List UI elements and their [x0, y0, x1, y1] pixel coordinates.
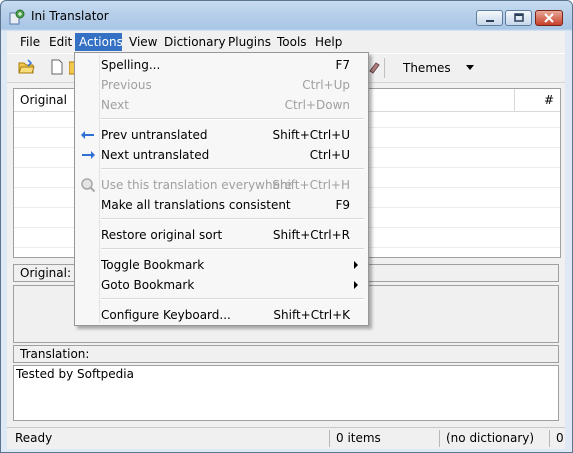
- title-bar[interactable]: Ini Translator: [1, 1, 572, 31]
- menu-separator: [101, 218, 364, 220]
- status-extra: 0: [556, 431, 564, 445]
- menu-item-previous[interactable]: Previous Ctrl+Up: [77, 75, 366, 95]
- menu-bar: File Edit Actions View Dictionary Plugin…: [7, 31, 565, 53]
- column-divider: [514, 89, 515, 111]
- column-original[interactable]: Original: [20, 93, 67, 107]
- menu-separator: [101, 168, 364, 170]
- menu-item-toggle-bookmark[interactable]: Toggle Bookmark: [77, 255, 366, 275]
- menu-item-spelling[interactable]: Spelling... F7: [77, 55, 366, 75]
- menu-item-label: Toggle Bookmark: [101, 258, 205, 272]
- translation-label: Translation:: [20, 347, 90, 361]
- menu-item-next[interactable]: Next Ctrl+Down: [77, 95, 366, 115]
- status-separator: [549, 430, 550, 447]
- menu-item-shortcut: Ctrl+U: [309, 148, 350, 162]
- window-title: Ini Translator: [31, 9, 109, 23]
- new-file-icon[interactable]: [48, 58, 66, 76]
- chevron-down-icon[interactable]: [466, 65, 474, 70]
- status-separator: [329, 430, 330, 447]
- menu-item-shortcut: Shift+Ctrl+K: [273, 308, 350, 322]
- menu-item-shortcut: F7: [335, 58, 350, 72]
- menu-item-label: Prev untranslated: [101, 128, 208, 142]
- menu-item-prev-untranslated[interactable]: Prev untranslated Shift+Ctrl+U: [77, 125, 366, 145]
- status-items: 0 items: [336, 431, 381, 445]
- menu-separator: [101, 298, 364, 300]
- submenu-arrow-icon: [354, 261, 358, 269]
- menu-item-label: Configure Keyboard...: [101, 308, 231, 322]
- menu-item-label: Next untranslated: [101, 148, 210, 162]
- menu-tools[interactable]: Tools: [272, 33, 312, 51]
- minimize-button[interactable]: [476, 10, 503, 26]
- menu-item-goto-bookmark[interactable]: Goto Bookmark: [77, 275, 366, 295]
- app-icon: [9, 9, 25, 25]
- menu-item-label: Spelling...: [101, 58, 161, 72]
- menu-item-shortcut: Ctrl+Down: [284, 98, 350, 112]
- menu-dictionary[interactable]: Dictionary: [159, 33, 231, 51]
- menu-edit[interactable]: Edit: [44, 33, 77, 51]
- menu-file[interactable]: File: [15, 33, 45, 51]
- arrow-right-icon: [82, 151, 95, 159]
- menu-item-label: Restore original sort: [101, 228, 223, 242]
- menu-item-use-translation-everywhere[interactable]: Use this translation everywhere Shift+Ct…: [77, 175, 366, 195]
- menu-separator: [101, 248, 364, 250]
- arrow-left-icon: [81, 131, 94, 139]
- menu-item-shortcut: Ctrl+Up: [302, 78, 350, 92]
- status-separator: [439, 430, 440, 447]
- menu-view[interactable]: View: [124, 33, 162, 51]
- column-count[interactable]: #: [544, 93, 554, 107]
- menu-item-next-untranslated[interactable]: Next untranslated Ctrl+U: [77, 145, 366, 165]
- actions-dropdown-menu: Spelling... F7 Previous Ctrl+Up Next Ctr…: [74, 52, 369, 326]
- original-label: Original:: [20, 266, 71, 280]
- open-folder-icon[interactable]: [17, 58, 35, 76]
- menu-item-label: Next: [101, 98, 129, 112]
- menu-item-make-consistent[interactable]: Make all translations consistent F9: [77, 195, 366, 215]
- menu-item-label: Previous: [101, 78, 152, 92]
- maximize-button[interactable]: [505, 10, 532, 26]
- translation-input[interactable]: Tested by Softpedia: [13, 365, 559, 421]
- menu-item-restore-sort[interactable]: Restore original sort Shift+Ctrl+R: [77, 225, 366, 245]
- translation-text: Tested by Softpedia: [16, 367, 134, 381]
- menu-item-shortcut: Shift+Ctrl+H: [272, 178, 350, 192]
- menu-item-label: Goto Bookmark: [101, 278, 195, 292]
- close-button[interactable]: [535, 10, 563, 26]
- menu-item-configure-keyboard[interactable]: Configure Keyboard... Shift+Ctrl+K: [77, 305, 366, 325]
- menu-item-shortcut: F9: [335, 198, 350, 212]
- menu-actions[interactable]: Actions: [75, 33, 123, 51]
- menu-item-label: Make all translations consistent: [101, 198, 291, 212]
- translation-label-bar: Translation:: [13, 345, 559, 363]
- magnifier-icon: [81, 178, 96, 193]
- toolbar-separator: [384, 58, 385, 78]
- menu-item-shortcut: Shift+Ctrl+U: [272, 128, 350, 142]
- status-dictionary: (no dictionary): [446, 431, 535, 445]
- menu-help[interactable]: Help: [310, 33, 347, 51]
- menu-item-label: Use this translation everywhere: [101, 178, 293, 192]
- status-state: Ready: [15, 431, 53, 445]
- status-bar: Ready 0 items (no dictionary) 0: [7, 427, 565, 449]
- themes-button[interactable]: Themes: [403, 61, 451, 75]
- menu-plugins[interactable]: Plugins: [223, 33, 276, 51]
- menu-item-shortcut: Shift+Ctrl+R: [272, 228, 350, 242]
- submenu-arrow-icon: [354, 281, 358, 289]
- menu-separator: [101, 118, 364, 120]
